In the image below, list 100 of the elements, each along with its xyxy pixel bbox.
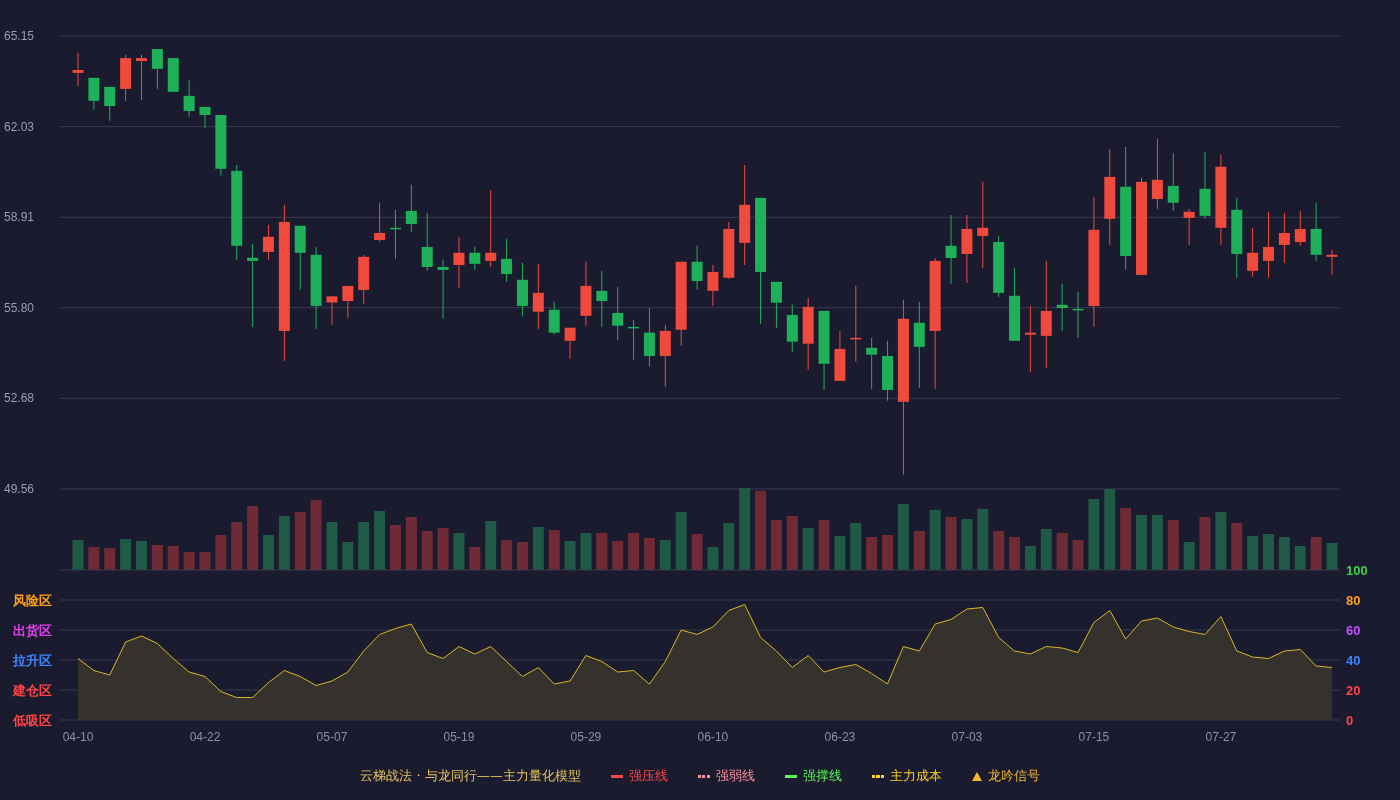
volume-bar [945, 517, 957, 570]
volume-bar [580, 533, 592, 570]
candle [1326, 249, 1338, 276]
candle [421, 212, 433, 272]
axis-label: 06-10 [697, 730, 729, 744]
candle [548, 301, 560, 336]
axis-label: 58.91 [4, 210, 35, 225]
candle [961, 214, 973, 284]
volume-bar [151, 545, 163, 570]
volume-bar [1247, 536, 1259, 570]
volume-bar [405, 517, 417, 570]
candle [120, 54, 132, 102]
legend-label: 强弱线 [715, 767, 755, 785]
candle [263, 224, 274, 261]
legend-label: 强压线 [628, 767, 668, 785]
candle [532, 263, 544, 330]
volume-bar [453, 533, 465, 570]
axis-label: 100 [1346, 563, 1368, 578]
volume-bar [1183, 542, 1195, 570]
volume-bar [1231, 523, 1243, 570]
volume-bar [1263, 534, 1274, 570]
axis-label: 62.03 [4, 119, 35, 134]
volume-bar [485, 521, 497, 570]
candle [72, 52, 84, 87]
candle [882, 340, 894, 402]
volume-bar [342, 542, 354, 570]
candle [993, 235, 1005, 298]
legend-label: 龙吟信号 [987, 767, 1040, 785]
candle [1056, 283, 1068, 332]
candle [834, 330, 846, 382]
volume-bar [199, 552, 211, 570]
volume-bar [691, 534, 703, 570]
candle [199, 106, 211, 129]
zone-label: 低吸区 [13, 713, 52, 728]
candle [564, 327, 576, 360]
candle [374, 202, 386, 243]
volume-bar [374, 511, 386, 570]
volume-bar [1056, 533, 1068, 570]
candle [1278, 212, 1290, 264]
candle [151, 48, 163, 90]
volume-bar [977, 509, 989, 570]
candle [1167, 152, 1179, 212]
volume-bar [723, 523, 735, 570]
volume-bar [707, 547, 719, 570]
volume-bar [1278, 537, 1290, 570]
volume-bar [247, 506, 259, 570]
volume-bar [913, 531, 925, 570]
volume-bar [532, 527, 544, 570]
volume-bar [1151, 515, 1163, 570]
zone-label: 建仓区 [13, 683, 52, 698]
volume-bar [215, 535, 227, 570]
volume-bar [516, 542, 528, 570]
volume-bar [389, 525, 401, 570]
candle [580, 261, 592, 327]
candle [723, 221, 735, 280]
axis-label: 07-03 [951, 730, 983, 744]
volume-bar [167, 546, 179, 570]
axis-label: 80 [1346, 593, 1361, 608]
axis-label: 65.15 [4, 29, 35, 43]
candle [628, 319, 640, 361]
volume-bar [818, 520, 830, 570]
volume-bar [1215, 512, 1227, 570]
candle [691, 245, 703, 291]
volume-bar [659, 540, 671, 570]
zone-label: 风险区 [13, 593, 52, 608]
candle [707, 264, 719, 307]
legend-label: 强撑线 [802, 767, 842, 785]
volume-bar [310, 500, 322, 570]
volume-bar [612, 541, 624, 570]
candle [1247, 227, 1259, 278]
candle [659, 324, 671, 388]
axis-label: 07-27 [1205, 730, 1237, 744]
candle [770, 281, 782, 329]
volume-bar [628, 533, 640, 570]
volume-bar [358, 522, 370, 570]
volume-bar [993, 531, 1005, 570]
candle [326, 295, 338, 326]
volume-bar [643, 538, 655, 570]
candle [643, 307, 655, 368]
axis-label: 06-23 [824, 730, 856, 744]
zone-label: 出货区 [13, 623, 52, 638]
volume-bar [929, 510, 941, 570]
legend-label: 主力成本 [889, 767, 942, 785]
candle [358, 254, 370, 305]
volume-bar [136, 541, 147, 570]
candle [453, 236, 465, 289]
axis-label: 0 [1346, 713, 1354, 728]
candle [215, 114, 227, 177]
candle [786, 304, 798, 353]
volume-bar [501, 540, 513, 570]
volume-bar [897, 504, 909, 570]
zone-label: 拉升区 [13, 653, 52, 668]
axis-label: 05-29 [570, 730, 602, 744]
volume-bar [1088, 499, 1100, 570]
axis-label: 04-10 [62, 730, 94, 744]
volume-bar [231, 522, 243, 570]
candle [1072, 291, 1084, 339]
volume-bar [866, 537, 878, 570]
volume-bar [278, 516, 290, 570]
volume-bar [961, 519, 973, 570]
